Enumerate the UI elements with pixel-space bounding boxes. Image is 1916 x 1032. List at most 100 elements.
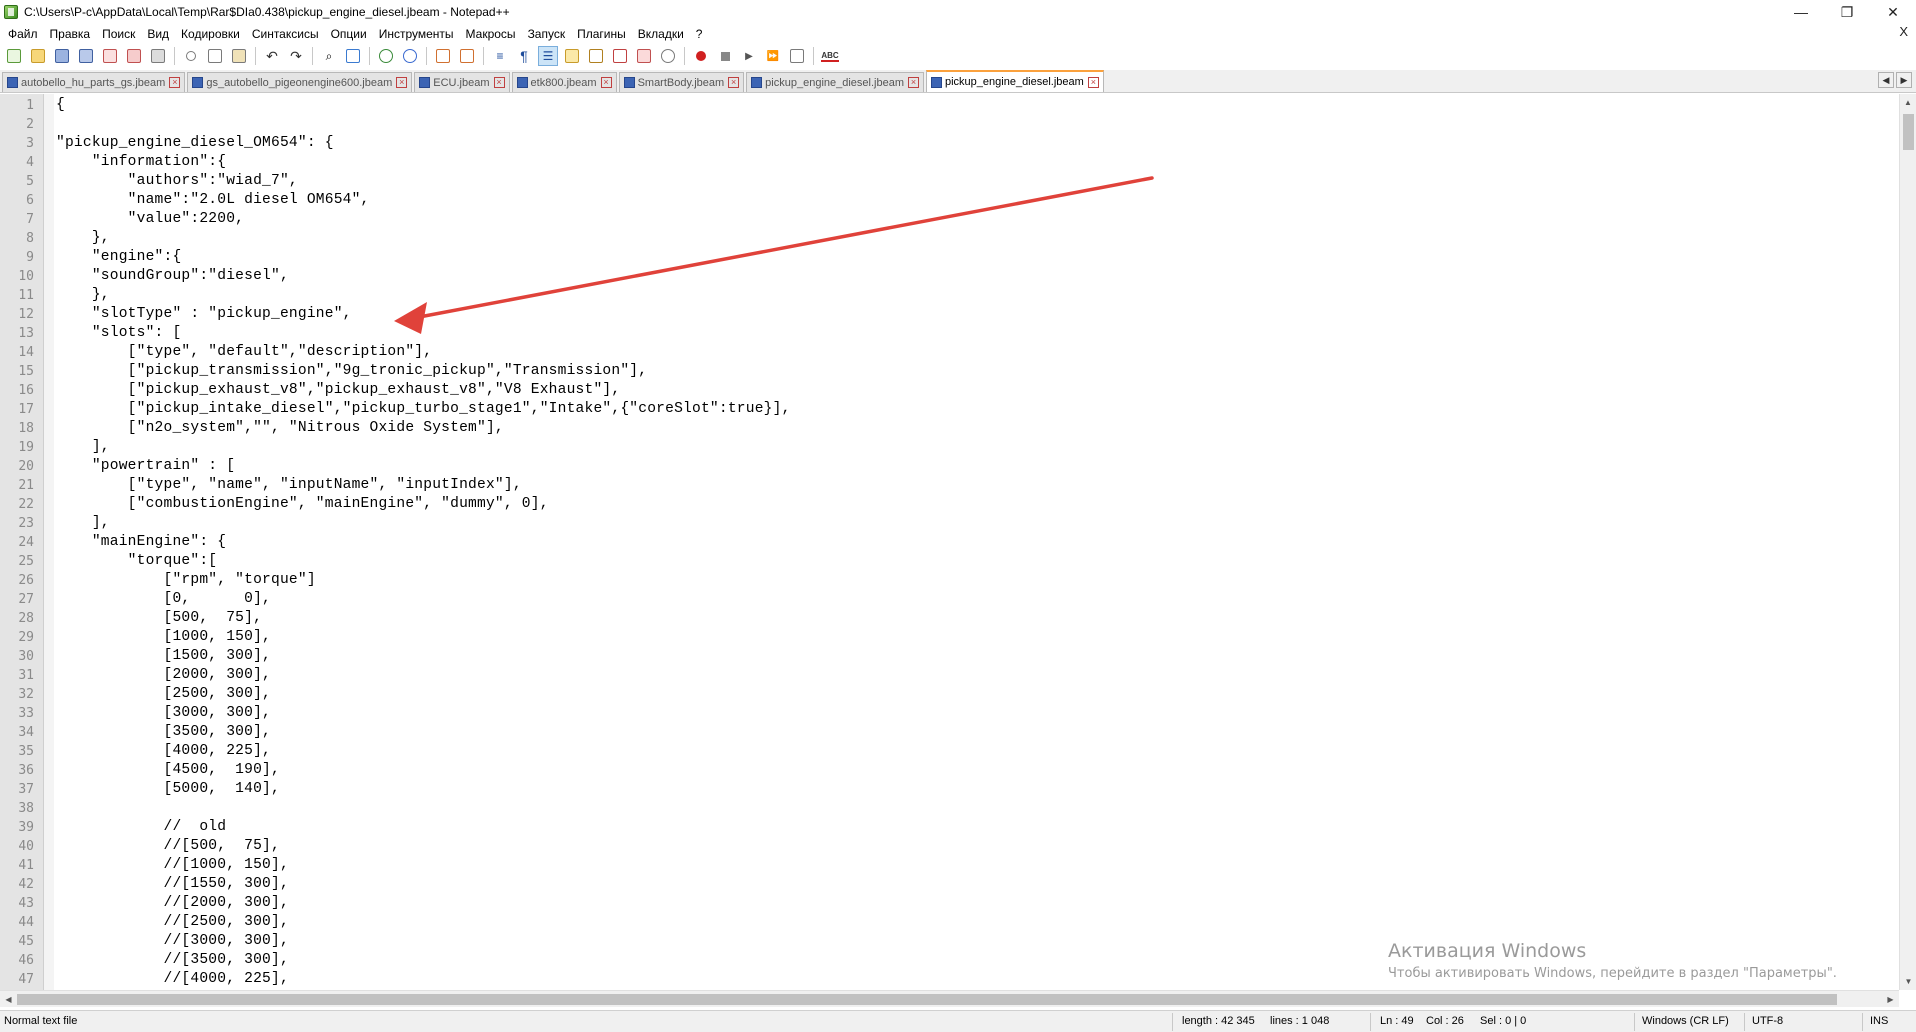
tab-close-icon[interactable]: × [1087,76,1099,88]
tab-close-icon[interactable]: × [908,77,919,88]
code-text[interactable]: //[500, 75], [36,837,280,856]
open-file-button[interactable] [28,46,48,66]
doc-map-button[interactable] [586,46,606,66]
menu-item-11[interactable]: Вкладки [632,27,690,41]
code-line[interactable]: 31 [2000, 300], [0,666,1896,685]
code-line[interactable]: 39 // old [0,818,1896,837]
code-text[interactable]: "information":{ [36,153,226,172]
vertical-scroll-thumb[interactable] [1903,114,1914,150]
save-button[interactable] [52,46,72,66]
spell-check-button[interactable]: ABC [820,46,840,66]
code-text[interactable]: ], [36,514,110,533]
cut-button[interactable] [181,46,201,66]
menu-item-12[interactable]: ? [690,27,709,41]
save-macro-button[interactable] [787,46,807,66]
code-text[interactable]: //[1000, 150], [36,856,289,875]
code-line[interactable]: 22 ["combustionEngine", "mainEngine", "d… [0,495,1896,514]
code-text[interactable]: // old [36,818,226,837]
code-text[interactable] [36,115,56,134]
new-file-button[interactable] [4,46,24,66]
record-macro-button[interactable] [691,46,711,66]
code-text[interactable]: ["combustionEngine", "mainEngine", "dumm… [36,495,549,514]
code-line[interactable]: 17 ["pickup_intake_diesel","pickup_turbo… [0,400,1896,419]
code-line[interactable]: 44 //[2500, 300], [0,913,1896,932]
close-button[interactable]: ✕ [1870,0,1916,24]
code-text[interactable]: ["type", "name", "inputName", "inputInde… [36,476,522,495]
code-text[interactable]: //[2500, 300], [36,913,289,932]
code-line[interactable]: 3 "pickup_engine_diesel_OM654": { [0,134,1896,153]
menu-item-7[interactable]: Инструменты [373,27,460,41]
code-line[interactable]: 15 ["pickup_transmission","9g_tronic_pic… [0,362,1896,381]
zoom-in-button[interactable] [376,46,396,66]
zoom-out-button[interactable] [400,46,420,66]
scroll-left-button[interactable]: ◀ [0,991,17,1008]
menu-item-5[interactable]: Синтаксисы [246,27,325,41]
sync-vertical-button[interactable] [433,46,453,66]
code-line[interactable]: 27 [0, 0], [0,590,1896,609]
code-area[interactable]: 1{2 3 "pickup_engine_diesel_OM654": {4 "in… [0,96,1896,989]
close-all-button[interactable] [124,46,144,66]
code-line[interactable]: 18 ["n2o_system","", "Nitrous Oxide Syst… [0,419,1896,438]
minimize-button[interactable]: — [1778,0,1824,24]
tab-5[interactable]: pickup_engine_diesel.jbeam × [746,72,924,92]
code-text[interactable]: [1000, 150], [36,628,271,647]
code-text[interactable]: ], [36,438,110,457]
code-text[interactable]: "soundGroup":"diesel", [36,267,289,286]
sync-horizontal-button[interactable] [457,46,477,66]
redo-button[interactable]: ↷ [286,46,306,66]
code-line[interactable]: 28 [500, 75], [0,609,1896,628]
code-line[interactable]: 26 ["rpm", "torque"] [0,571,1896,590]
undo-button[interactable]: ↶ [262,46,282,66]
menu-item-6[interactable]: Опции [325,27,373,41]
code-text[interactable]: "authors":"wiad_7", [36,172,298,191]
code-text[interactable]: ["rpm", "torque"] [36,571,316,590]
code-text[interactable]: "engine":{ [36,248,181,267]
code-text[interactable]: "slotType" : "pickup_engine", [36,305,352,324]
code-line[interactable]: 7 "value":2200, [0,210,1896,229]
tab-close-icon[interactable]: × [600,77,612,88]
code-line[interactable]: 10 "soundGroup":"diesel", [0,267,1896,286]
code-line[interactable]: 43 //[2000, 300], [0,894,1896,913]
code-text[interactable]: //[3500, 300], [36,951,289,970]
code-text[interactable]: ["n2o_system","", "Nitrous Oxide System"… [36,419,504,438]
tab-close-icon[interactable]: × [728,77,740,88]
menu-item-10[interactable]: Плагины [571,27,632,41]
tab-4[interactable]: SmartBody.jbeam × [618,72,745,92]
code-text[interactable]: [4000, 225], [36,742,271,761]
indent-guide-button[interactable]: ☰ [538,46,558,66]
code-line[interactable]: 29 [1000, 150], [0,628,1896,647]
code-line[interactable]: 32 [2500, 300], [0,685,1896,704]
copy-button[interactable] [205,46,225,66]
close-file-button[interactable] [100,46,120,66]
menu-item-0[interactable]: Файл [2,27,44,41]
code-text[interactable]: "powertrain" : [ [36,457,235,476]
show-all-chars-button[interactable]: ¶ [514,46,534,66]
code-line[interactable]: 2 [0,115,1896,134]
code-text[interactable]: [5000, 140], [36,780,280,799]
code-line[interactable]: 33 [3000, 300], [0,704,1896,723]
play-macro-button[interactable]: ▶ [739,46,759,66]
code-line[interactable]: 14 ["type", "default","description"], [0,343,1896,362]
code-text[interactable]: //[3000, 300], [36,932,289,951]
replace-button[interactable] [343,46,363,66]
code-line[interactable]: 37 [5000, 140], [0,780,1896,799]
stop-macro-button[interactable] [715,46,735,66]
menu-item-2[interactable]: Поиск [96,27,141,41]
code-text[interactable]: [2500, 300], [36,685,271,704]
tab-close-icon[interactable]: × [396,77,408,88]
scroll-down-button[interactable]: ▼ [1900,973,1916,990]
code-line[interactable]: 19 ], [0,438,1896,457]
tab-close-icon[interactable]: × [169,77,181,88]
menu-item-3[interactable]: Вид [141,27,175,41]
code-text[interactable] [36,799,56,818]
menu-item-8[interactable]: Макросы [460,27,522,41]
tab-6[interactable]: pickup_engine_diesel.jbeam × [926,70,1104,92]
code-line[interactable]: 35 [4000, 225], [0,742,1896,761]
status-eol[interactable]: Windows (CR LF) [1642,1015,1729,1027]
code-text[interactable]: [3000, 300], [36,704,271,723]
horizontal-scrollbar[interactable]: ◀ ▶ [0,990,1899,1007]
tab-3[interactable]: etk800.jbeam × [511,72,617,92]
tab-scroll-right-button[interactable]: ▶ [1896,72,1912,88]
code-text[interactable]: //[1550, 300], [36,875,289,894]
status-insert-mode[interactable]: INS [1870,1015,1888,1027]
